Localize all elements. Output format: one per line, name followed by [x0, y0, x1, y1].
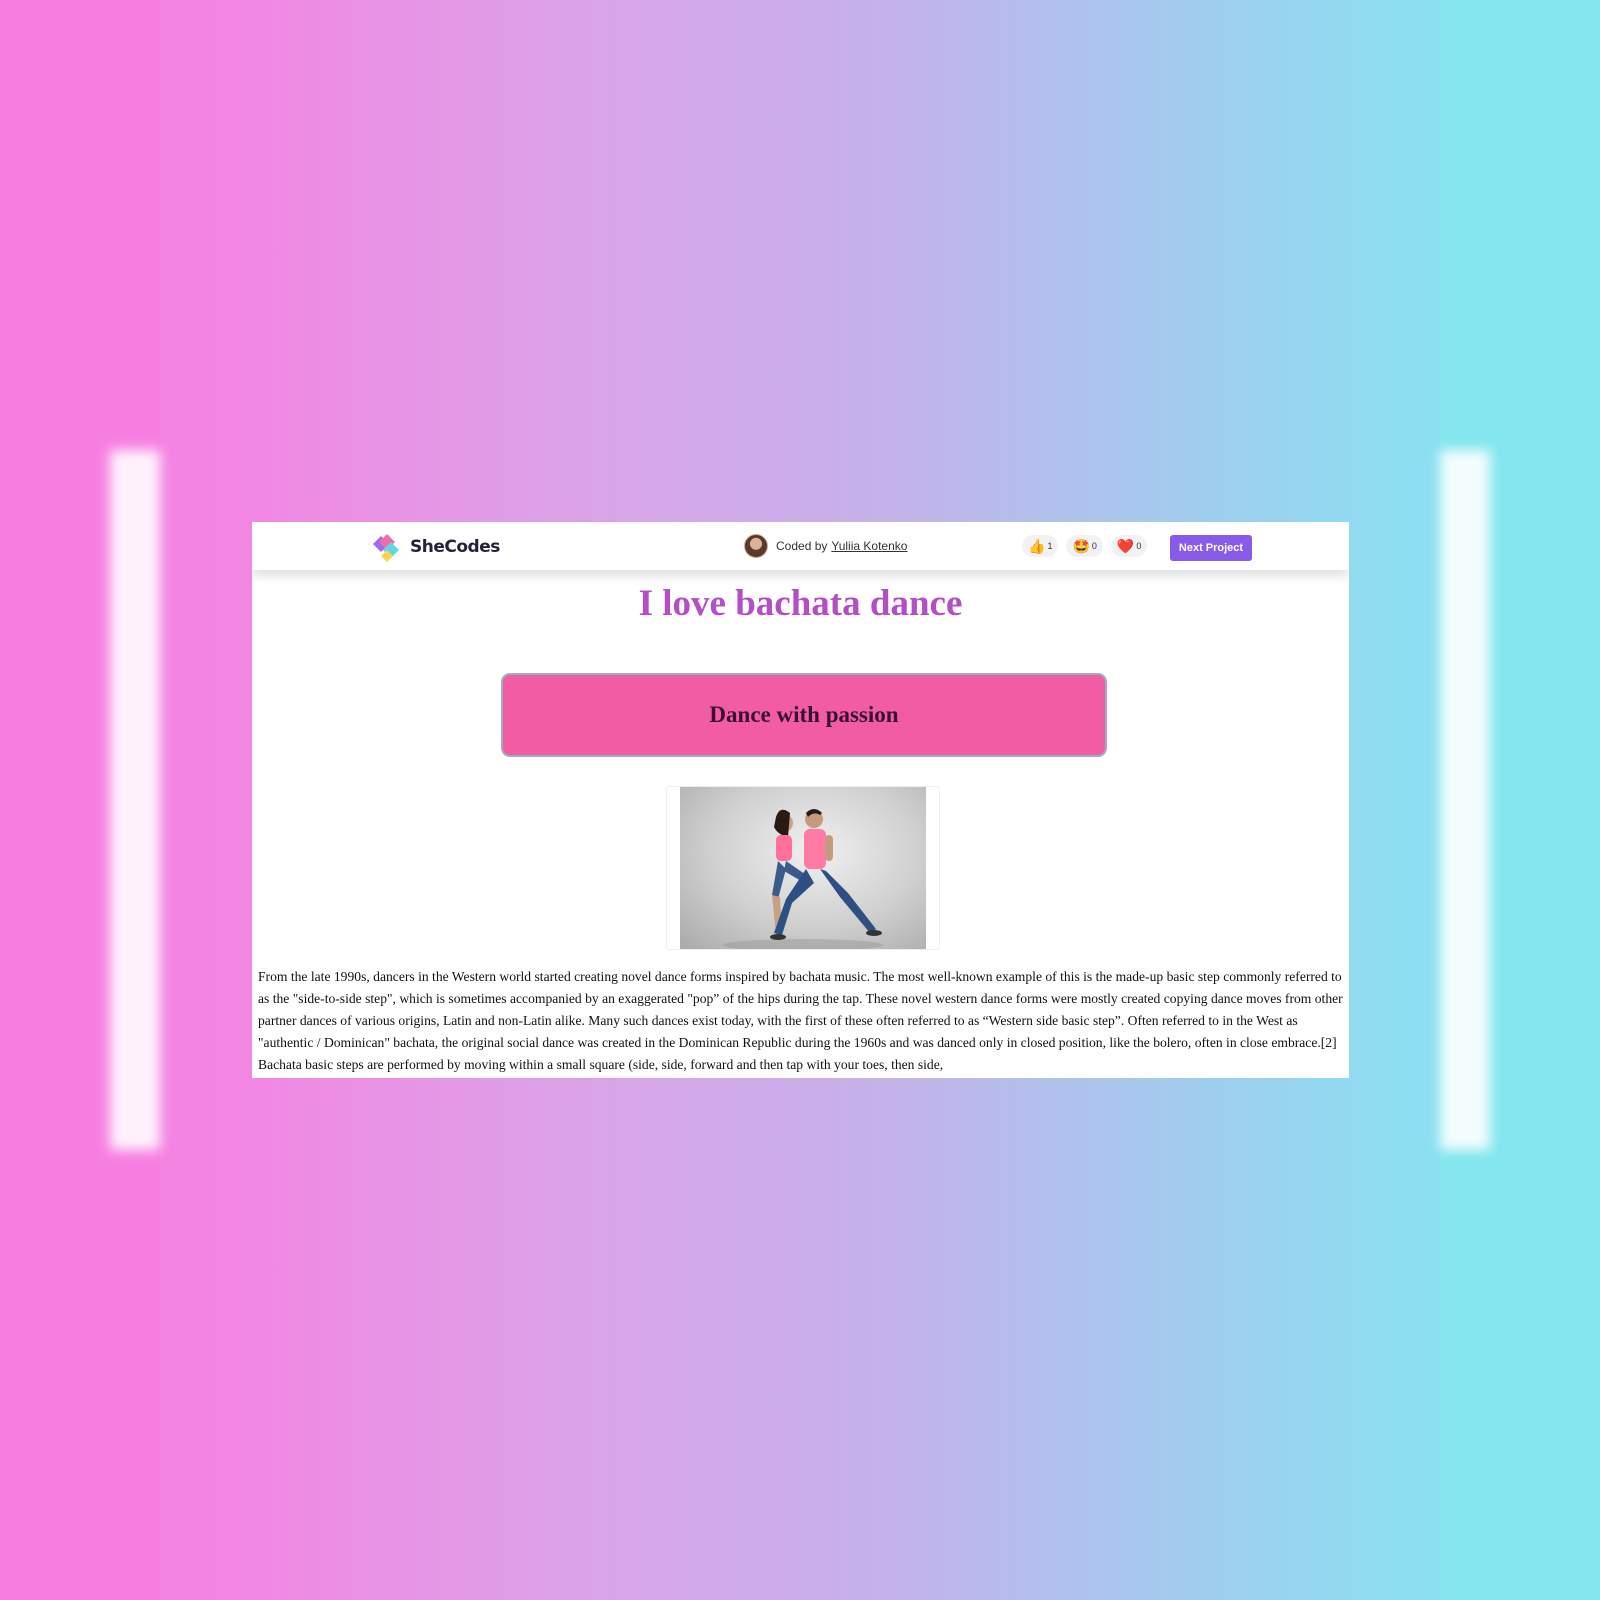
shecodes-topbar: SheCodes Coded by Yuliia Kotenko 👍 1 🤩 0… — [252, 522, 1349, 570]
banner-text: Dance with passion — [709, 702, 899, 727]
reactions: 👍 1 🤩 0 ❤️ 0 — [1022, 535, 1155, 557]
reaction-count: 0 — [1136, 541, 1142, 551]
thumbs-up-icon: 👍 — [1028, 537, 1046, 554]
bachata-paragraph: From the late 1990s, dancers in the West… — [258, 969, 1343, 1072]
coded-by-label: Coded by — [776, 539, 828, 553]
dancers-illustration — [723, 809, 883, 949]
blurred-backdrop-left — [110, 450, 160, 1150]
reaction-count: 0 — [1091, 541, 1097, 551]
browser-page: SheCodes Coded by Yuliia Kotenko 👍 1 🤩 0… — [252, 522, 1349, 1078]
heart-icon: ❤️ — [1116, 537, 1135, 554]
blurred-backdrop-right — [1440, 450, 1490, 1150]
reaction-star-struck[interactable]: 🤩 0 — [1066, 535, 1103, 557]
logo-text: SheCodes — [410, 537, 500, 557]
bachata-dancers-photo — [680, 787, 926, 949]
next-project-button[interactable]: Next Project — [1170, 535, 1252, 561]
reaction-count: 1 — [1047, 541, 1053, 551]
reaction-thumbs-up[interactable]: 👍 1 — [1022, 535, 1059, 557]
author-link[interactable]: Yuliia Kotenko — [831, 539, 907, 553]
author-avatar — [744, 534, 768, 558]
page-title: I love bachata dance — [638, 583, 963, 624]
shecodes-logo[interactable]: SheCodes — [369, 530, 500, 564]
star-struck-icon: 🤩 — [1072, 537, 1090, 554]
dance-photo-frame — [666, 786, 940, 950]
shecodes-logo-icon — [373, 534, 399, 562]
coded-by: Coded by Yuliia Kotenko — [744, 534, 907, 558]
reaction-heart[interactable]: ❤️ 0 — [1110, 535, 1148, 557]
passion-banner: Dance with passion — [501, 673, 1107, 757]
